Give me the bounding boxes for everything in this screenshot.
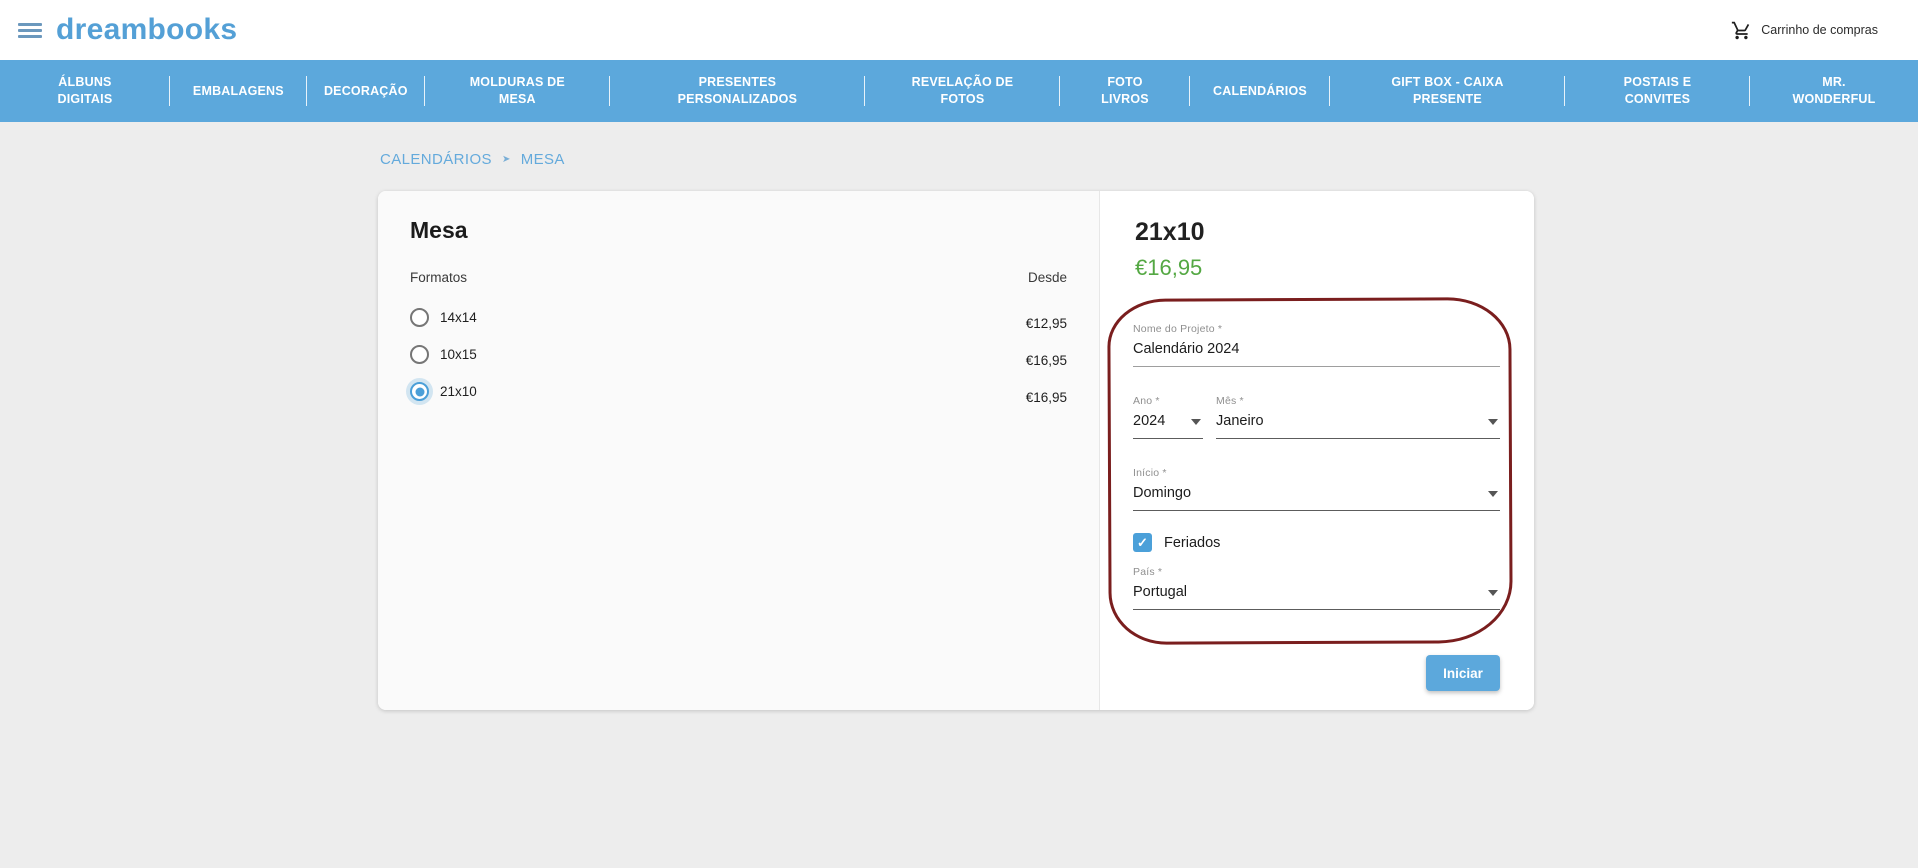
start-day-value: Domingo (1133, 485, 1191, 501)
product-card: Mesa Formatos Desde 14x14 €12,95 10x15 €… (378, 191, 1534, 710)
nav-item-gift-box[interactable]: GIFT BOX - CAIXA PRESENTE (1330, 60, 1565, 122)
chevron-down-icon[interactable] (1488, 491, 1498, 497)
radio-icon[interactable] (410, 345, 429, 364)
config-panel: 21x10 €16,95 Nome do Projeto * Calendári… (1100, 191, 1534, 710)
button-row: Iniciar (1133, 655, 1500, 691)
start-day-select[interactable]: Início * Domingo (1133, 467, 1500, 511)
project-name-label: Nome do Projeto * (1133, 323, 1500, 335)
start-day-select-value[interactable]: Domingo (1133, 485, 1500, 511)
chevron-down-icon[interactable] (1488, 590, 1498, 596)
country-select-value[interactable]: Portugal (1133, 584, 1500, 610)
cart-icon (1731, 20, 1752, 41)
project-name-field[interactable]: Nome do Projeto * Calendário 2024 (1133, 323, 1500, 367)
hamburger-menu-icon[interactable] (18, 20, 42, 41)
selected-format-title: 21x10 (1133, 218, 1503, 247)
logo[interactable]: dreambooks (56, 13, 237, 47)
format-label: 14x14 (440, 310, 477, 325)
country-select[interactable]: País * Portugal (1133, 566, 1500, 610)
year-label: Ano * (1133, 395, 1203, 407)
nav-item-decoracao[interactable]: DECORAÇÃO (307, 60, 425, 122)
formats-panel: Mesa Formatos Desde 14x14 €12,95 10x15 €… (378, 191, 1100, 710)
month-select-value[interactable]: Janeiro (1216, 413, 1500, 439)
breadcrumb-arrow-icon: ➤ (502, 154, 511, 165)
nav-item-label: ÁLBUNS DIGITAIS (50, 74, 120, 108)
country-label: País * (1133, 566, 1500, 578)
nav-item-postais-e-convites[interactable]: POSTAIS E CONVITES (1565, 60, 1750, 122)
nav-item-label: MOLDURAS DE MESA (462, 74, 572, 108)
checkbox-checked-icon[interactable] (1133, 533, 1152, 552)
year-value: 2024 (1133, 413, 1165, 429)
format-price: €12,95 (1026, 316, 1067, 331)
year-month-row: Ano * 2024 Mês * Janeiro (1133, 395, 1500, 439)
chevron-down-icon[interactable] (1191, 419, 1201, 425)
format-label: 21x10 (440, 384, 477, 399)
format-option-14x14[interactable]: 14x14 €12,95 (410, 299, 1067, 336)
nav-item-label: MR. WONDERFUL (1784, 74, 1884, 108)
breadcrumb-mesa[interactable]: MESA (521, 151, 565, 168)
year-select[interactable]: Ano * 2024 (1133, 395, 1203, 439)
iniciar-button[interactable]: Iniciar (1426, 655, 1500, 691)
config-form: Nome do Projeto * Calendário 2024 Ano * … (1133, 323, 1500, 691)
holidays-label: Feriados (1164, 535, 1220, 551)
selected-format-price: €16,95 (1133, 255, 1503, 281)
cart-label: Carrinho de compras (1761, 23, 1878, 37)
country-value: Portugal (1133, 584, 1187, 600)
breadcrumb-calendarios[interactable]: CALENDÁRIOS (380, 151, 492, 168)
chevron-down-icon[interactable] (1488, 419, 1498, 425)
from-column-label: Desde (1028, 270, 1067, 285)
nav-item-label: EMBALAGENS (193, 83, 284, 100)
radio-checked-icon[interactable] (410, 382, 429, 401)
format-options-list: 14x14 €12,95 10x15 €16,95 21x10 €16,95 (410, 299, 1067, 410)
nav-item-presentes-personalizados[interactable]: PRESENTES PERSONALIZADOS (610, 60, 865, 122)
nav-item-label: GIFT BOX - CAIXA PRESENTE (1372, 74, 1522, 108)
nav-item-mr-wonderful[interactable]: MR. WONDERFUL (1750, 60, 1918, 122)
breadcrumb: CALENDÁRIOS ➤ MESA (380, 151, 1918, 168)
year-select-value[interactable]: 2024 (1133, 413, 1203, 439)
format-price: €16,95 (1026, 390, 1067, 405)
cart-button[interactable]: Carrinho de compras (1731, 0, 1878, 60)
nav-item-label: PRESENTES PERSONALIZADOS (667, 74, 807, 108)
nav-item-label: FOTO LIVROS (1095, 74, 1155, 108)
nav-item-label: POSTAIS E CONVITES (1612, 74, 1702, 108)
nav-item-revelacao-de-fotos[interactable]: REVELAÇÃO DE FOTOS (865, 60, 1060, 122)
radio-icon[interactable] (410, 308, 429, 327)
nav-item-calendarios[interactable]: CALENDÁRIOS (1190, 60, 1330, 122)
month-value: Janeiro (1216, 413, 1264, 429)
format-option-10x15[interactable]: 10x15 €16,95 (410, 336, 1067, 373)
start-day-label: Início * (1133, 467, 1500, 479)
month-select[interactable]: Mês * Janeiro (1216, 395, 1500, 439)
page-title: Mesa (410, 215, 1067, 244)
month-label: Mês * (1216, 395, 1500, 407)
holidays-checkbox-row[interactable]: Feriados (1133, 533, 1500, 552)
nav-item-label: DECORAÇÃO (324, 83, 408, 100)
nav-item-label: REVELAÇÃO DE FOTOS (907, 74, 1017, 108)
nav-item-molduras-de-mesa[interactable]: MOLDURAS DE MESA (425, 60, 610, 122)
nav-item-albuns-digitais[interactable]: ÁLBUNS DIGITAIS (0, 60, 170, 122)
project-name-input[interactable]: Calendário 2024 (1133, 341, 1500, 367)
top-header: dreambooks Carrinho de compras (0, 0, 1918, 60)
format-option-21x10[interactable]: 21x10 €16,95 (410, 373, 1067, 410)
nav-item-label: CALENDÁRIOS (1213, 83, 1307, 100)
formats-table-header: Formatos Desde (410, 270, 1067, 285)
nav-item-foto-livros[interactable]: FOTO LIVROS (1060, 60, 1190, 122)
formats-column-label: Formatos (410, 270, 467, 285)
main-navigation: ÁLBUNS DIGITAIS EMBALAGENS DECORAÇÃO MOL… (0, 60, 1918, 122)
nav-item-embalagens[interactable]: EMBALAGENS (170, 60, 307, 122)
format-price: €16,95 (1026, 353, 1067, 368)
format-label: 10x15 (440, 347, 477, 362)
